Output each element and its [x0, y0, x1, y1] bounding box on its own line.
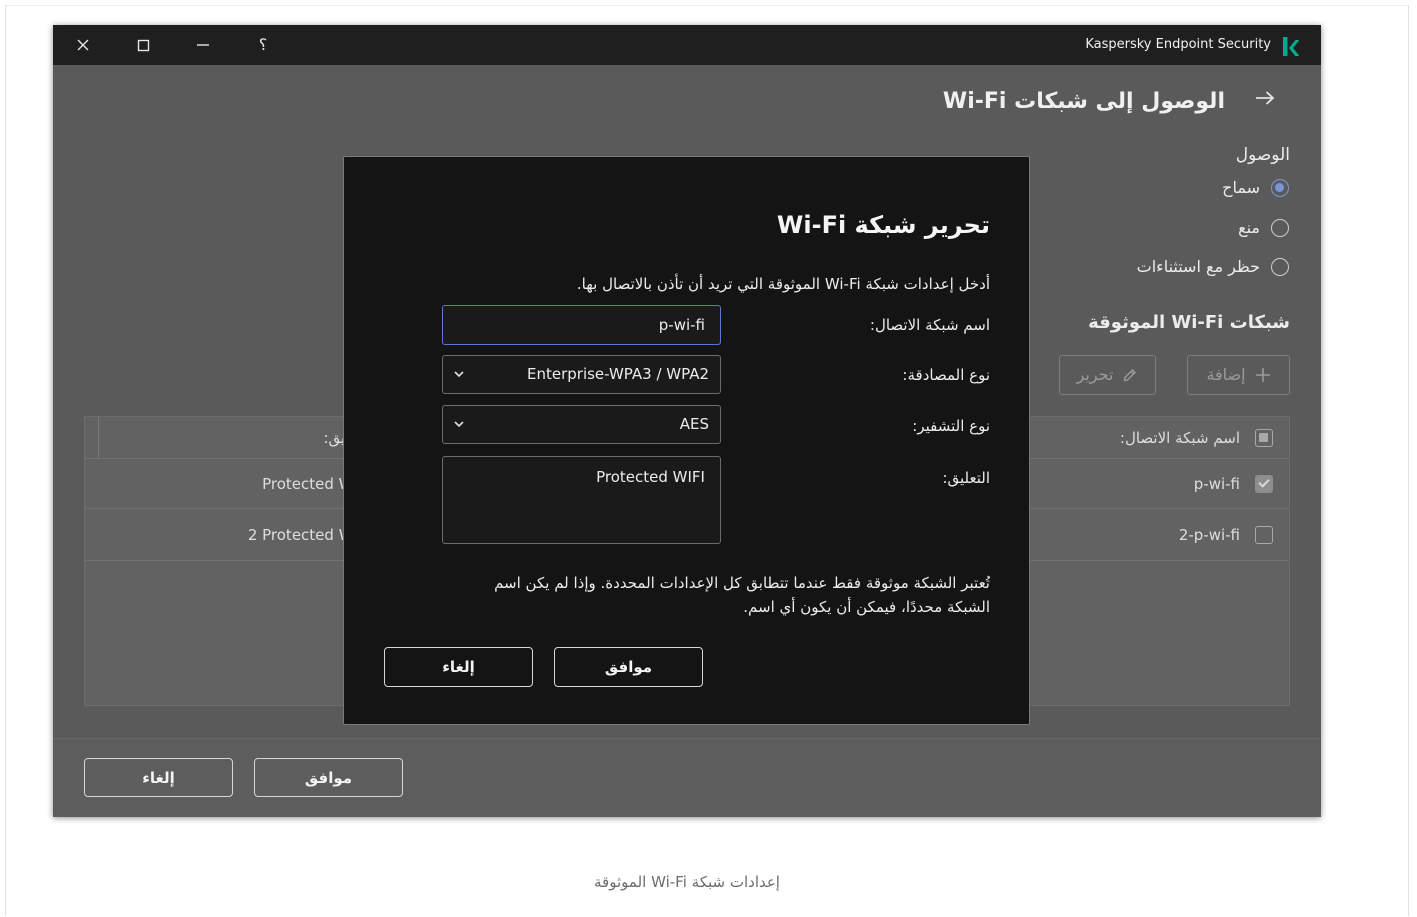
pencil-icon	[1124, 369, 1137, 382]
help-button[interactable]: ؟	[253, 35, 273, 55]
comment-label: التعليق:	[942, 469, 990, 487]
plus-icon	[1255, 368, 1270, 382]
edit-button-label: تحرير	[1076, 365, 1114, 384]
encryption-type-label: نوع التشفير:	[912, 417, 990, 435]
radio-button[interactable]	[1271, 258, 1289, 276]
chevron-down-icon	[454, 371, 464, 378]
radio-label: سماح	[1222, 178, 1260, 197]
radio-label: منع	[1238, 218, 1260, 237]
comment-textarea[interactable]: Protected WIFI	[442, 456, 721, 544]
ok-button[interactable]: موافق	[254, 758, 403, 797]
radio-button[interactable]	[1271, 179, 1289, 197]
radio-button[interactable]	[1271, 219, 1289, 237]
radio-option-allow[interactable]: سماح	[1222, 177, 1289, 199]
back-arrow-icon	[1256, 91, 1275, 105]
back-button[interactable]	[1254, 90, 1276, 106]
add-button-label: إضافة	[1206, 365, 1246, 384]
maximize-button[interactable]	[133, 35, 153, 55]
dialog-note-line: الشبكة محددًا، فيمكن أن يكون أي اسم.	[743, 598, 990, 616]
figure-caption: إعدادات شبكة Wi-Fi الموثوقة	[594, 873, 780, 891]
page-title: الوصول إلى شبكات Wi-Fi	[942, 89, 1225, 114]
app-name: Kaspersky Endpoint Security	[1085, 37, 1271, 52]
radio-option-block-with-exceptions[interactable]: حظر مع استثناءات	[1137, 256, 1289, 278]
row-checkbox[interactable]	[1255, 526, 1273, 544]
dialog-description: أدخل إعدادات شبكة Wi-Fi الموثوقة التي تر…	[576, 275, 990, 293]
minimize-icon	[197, 44, 209, 46]
auth-type-dropdown[interactable]: Enterprise-WPA3 / WPA2	[442, 355, 721, 394]
access-label: الوصول	[1235, 145, 1290, 165]
edit-wifi-dialog: تحرير شبكة Wi-Fi أدخل إعدادات شبكة Wi-Fi…	[343, 156, 1030, 725]
network-name-cell: 2-p-wi-fi	[1178, 526, 1240, 544]
network-name-cell: p-wi-fi	[1193, 475, 1240, 493]
auth-type-label: نوع المصادقة:	[902, 366, 990, 384]
title-bar: ؟ Kaspersky Endpoint Security	[53, 25, 1321, 65]
network-name-input[interactable]	[442, 305, 721, 345]
close-icon	[77, 39, 89, 51]
encryption-type-dropdown[interactable]: AES	[442, 405, 721, 444]
select-all-checkbox[interactable]	[1255, 429, 1273, 447]
dialog-note: تُعتبر الشبكة موثوقة فقط عندما تتطابق كل…	[494, 571, 990, 619]
network-name-label: اسم شبكة الاتصال:	[869, 316, 990, 334]
help-icon: ؟	[258, 35, 268, 54]
maximize-icon	[137, 39, 149, 51]
row-checkbox[interactable]	[1255, 475, 1273, 493]
column-divider	[98, 417, 99, 458]
encryption-type-value: AES	[679, 415, 709, 433]
radio-label: حظر مع استثناءات	[1136, 257, 1260, 276]
footer-bar: موافق إلغاء	[53, 738, 1321, 817]
edit-button[interactable]: تحرير	[1059, 355, 1156, 395]
kaspersky-logo	[1283, 37, 1299, 56]
dialog-ok-button[interactable]: موافق	[554, 647, 703, 687]
app-window: ؟ Kaspersky Endpoint Security الوصول إلى…	[53, 25, 1321, 817]
trusted-networks-heading: شبكات Wi-Fi الموثوقة	[1088, 312, 1290, 333]
close-button[interactable]	[73, 35, 93, 55]
auth-type-value: Enterprise-WPA3 / WPA2	[527, 365, 709, 383]
cancel-button[interactable]: إلغاء	[84, 758, 233, 797]
add-button[interactable]: إضافة	[1187, 355, 1290, 395]
radio-option-block[interactable]: منع	[1238, 217, 1289, 239]
dialog-cancel-button[interactable]: إلغاء	[384, 647, 533, 687]
chevron-down-icon	[454, 421, 464, 428]
column-header-network-name[interactable]: اسم شبكة الاتصال:	[1120, 417, 1240, 459]
minimize-button[interactable]	[193, 35, 213, 55]
dialog-title: تحرير شبكة Wi-Fi	[776, 211, 990, 239]
dialog-note-line: تُعتبر الشبكة موثوقة فقط عندما تتطابق كل…	[494, 574, 990, 592]
